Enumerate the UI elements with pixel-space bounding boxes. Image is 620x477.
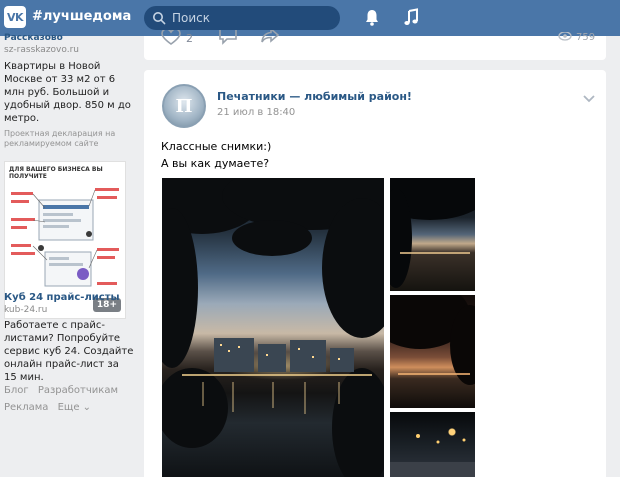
photo-lamp-scene [390, 434, 475, 477]
ad-rasskazovo[interactable]: Рассказово sz-rasskazovo.ru Квартиры в Н… [4, 33, 134, 149]
music-icon[interactable] [402, 8, 420, 27]
post-photo-thumb[interactable] [390, 412, 475, 477]
photo-tree-silhouette [390, 178, 475, 288]
post-text-line: А вы как думаете? [161, 157, 270, 170]
post-date[interactable]: 21 июл в 18:40 [217, 107, 295, 118]
search-box[interactable] [144, 6, 340, 30]
views-icon [558, 32, 572, 41]
ad-text: Квартиры в Новой Москве от 33 м2 от 6 мл… [4, 61, 131, 124]
post-photo-thumb[interactable] [390, 295, 475, 408]
ad-title[interactable]: Куб 24 прайс-листы [4, 292, 134, 303]
bell-icon[interactable] [363, 8, 381, 27]
ad-note: Проектная декларация на рекламируемом са… [4, 129, 116, 148]
group-avatar[interactable]: П [162, 84, 206, 128]
share-icon[interactable] [260, 30, 280, 46]
ad-kub24[interactable]: Куб 24 прайс-листы kub-24.ru Работаете с… [4, 292, 134, 384]
post-text-line: Классные снимки:) [161, 140, 272, 153]
ad-text: Работаете с прайс-листами? Попробуйте се… [4, 320, 134, 383]
photo-tree-silhouette [390, 295, 475, 385]
chevron-down-icon[interactable] [582, 94, 596, 104]
footer-link-blog[interactable]: Блог [4, 385, 29, 396]
comment-icon[interactable] [218, 30, 238, 46]
previous-post-actions: 2 759 [144, 30, 606, 60]
hashtag-title: #лучшедома [32, 9, 132, 24]
post-photo-main[interactable] [162, 178, 384, 477]
footer-link-developers[interactable]: Разработчикам [38, 385, 118, 396]
search-input[interactable] [172, 9, 332, 27]
group-name-link[interactable]: Печатники — любимый район! [217, 90, 412, 103]
post-card: П Печатники — любимый район! 21 июл в 18… [144, 70, 606, 477]
vk-logo[interactable]: VK [4, 6, 26, 28]
top-bar: VK #лучшедома [0, 0, 620, 36]
like-count: 2 [186, 32, 193, 45]
like-icon[interactable] [160, 30, 182, 46]
ad-domain: kub-24.ru [4, 305, 48, 315]
search-icon [153, 12, 166, 25]
footer-links: Блог Разработчикам Реклама Еще ⌄ [4, 382, 134, 416]
footer-link-more[interactable]: Еще ⌄ [58, 402, 91, 413]
post-photo-thumb[interactable] [390, 178, 475, 291]
footer-link-ads[interactable]: Реклама [4, 402, 48, 413]
ad-domain: sz-rasskazovo.ru [4, 45, 79, 55]
post-text: Классные снимки:) А вы как думаете? [161, 138, 271, 172]
views-count: 759 [576, 32, 596, 43]
photo-tree-silhouette [162, 178, 384, 477]
ad-title[interactable]: Рассказово [4, 33, 134, 43]
